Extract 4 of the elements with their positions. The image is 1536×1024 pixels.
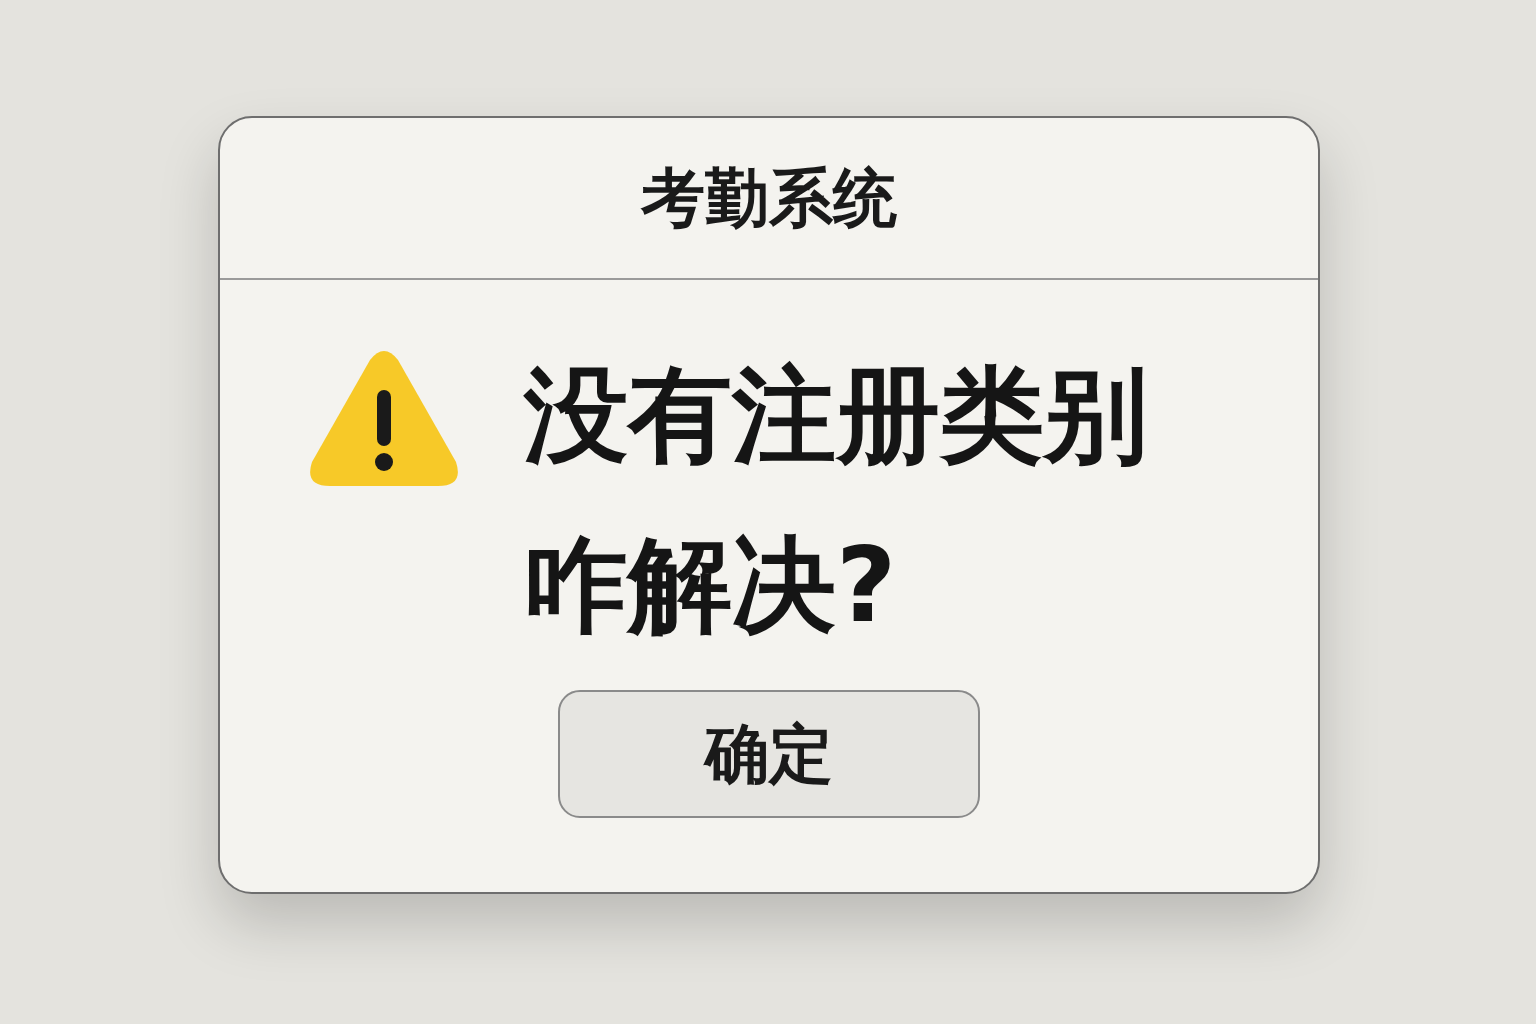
warning-icon — [308, 350, 460, 488]
window-title: 考勤系统 — [641, 159, 897, 237]
message-text: 没有注册类别咋解决? — [524, 353, 1149, 648]
ok-button[interactable]: 确定 — [558, 690, 980, 818]
